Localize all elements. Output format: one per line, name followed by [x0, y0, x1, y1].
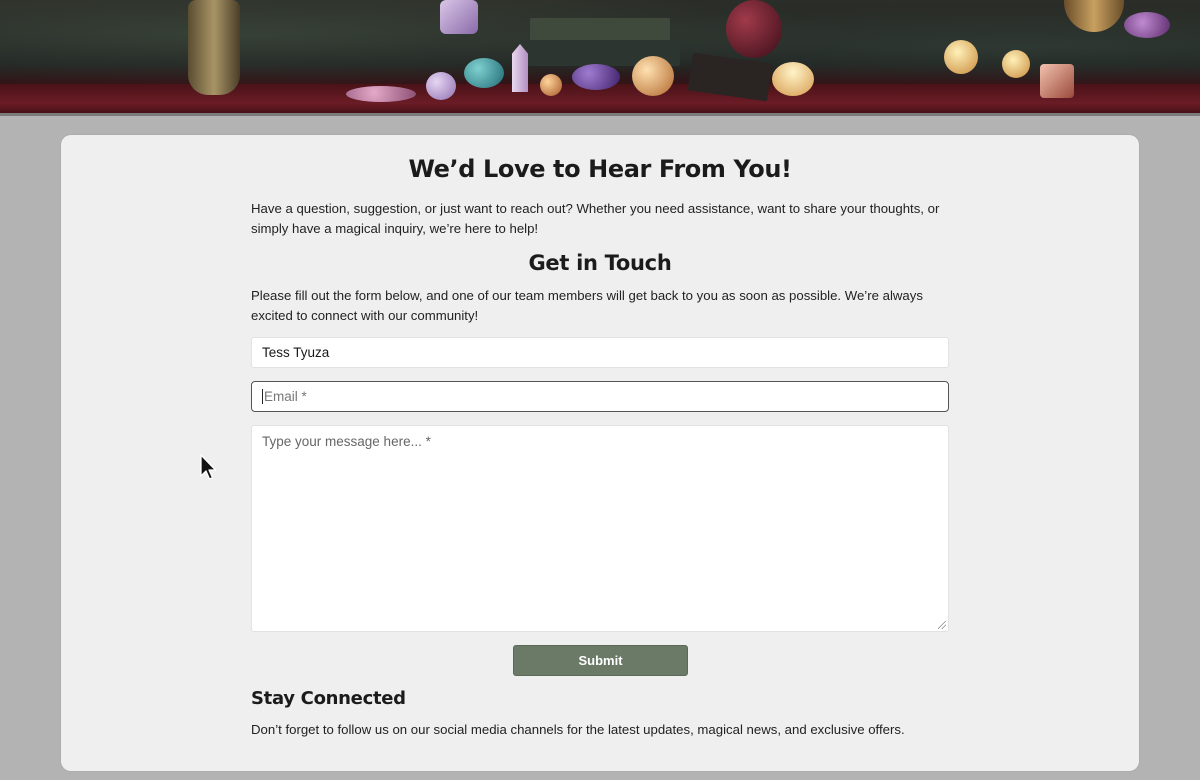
- candle-decoration: [772, 62, 814, 96]
- glass-decoration: [944, 40, 978, 74]
- crystal-decoration: [440, 0, 478, 34]
- gem-decoration: [426, 72, 456, 100]
- glass-decoration: [1002, 50, 1030, 78]
- gem-decoration: [464, 58, 504, 88]
- name-field-value: Tess Tyuza: [262, 345, 330, 360]
- form-heading: Get in Touch: [528, 251, 672, 275]
- gem-decoration: [346, 86, 416, 102]
- contact-card: We’d Love to Hear From You! Have a quest…: [61, 135, 1139, 771]
- message-placeholder: Type your message here... *: [262, 434, 431, 449]
- arrow-cursor-icon: [200, 454, 217, 480]
- gem-decoration: [572, 64, 620, 90]
- resize-handle-icon[interactable]: [938, 621, 946, 629]
- form-description: Please fill out the form below, and one …: [251, 288, 923, 323]
- book-decoration: [530, 18, 670, 42]
- crystal-decoration: [512, 44, 528, 92]
- lamp-decoration: [188, 0, 240, 95]
- stay-connected-text: Don’t forget to follow us on our social …: [251, 722, 905, 737]
- banner-divider: [0, 113, 1200, 116]
- header-banner: [0, 0, 1200, 116]
- gem-decoration: [1124, 12, 1170, 38]
- email-placeholder: Email *: [264, 389, 307, 404]
- crystal-decoration: [1040, 64, 1074, 98]
- submit-button[interactable]: Submit: [513, 645, 688, 676]
- gem-decoration: [632, 56, 674, 96]
- gem-decoration: [540, 74, 562, 96]
- name-field[interactable]: Tess Tyuza: [251, 337, 949, 368]
- intro-text: Have a question, suggestion, or just wan…: [251, 201, 940, 236]
- email-field[interactable]: Email *: [251, 381, 949, 412]
- text-caret: [262, 388, 263, 404]
- stay-connected-heading: Stay Connected: [251, 688, 406, 709]
- gem-decoration: [726, 0, 782, 58]
- page-title: We’d Love to Hear From You!: [408, 155, 792, 183]
- message-textarea[interactable]: Type your message here... *: [251, 425, 949, 632]
